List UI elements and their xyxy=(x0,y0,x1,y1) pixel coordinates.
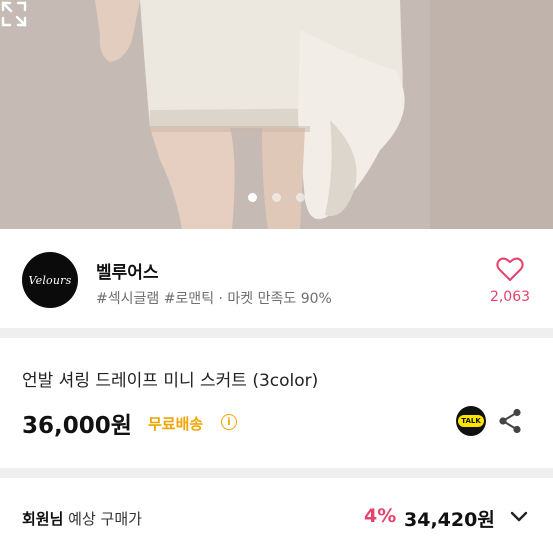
store-name[interactable]: 벨루어스 xyxy=(96,258,159,283)
member-label-rest: 예상 구매가 xyxy=(63,510,142,528)
chevron-down-icon[interactable] xyxy=(508,508,530,526)
store-info-section xyxy=(0,229,553,329)
store-logo-text: Velours xyxy=(28,273,72,287)
member-discount: 4% xyxy=(364,505,397,527)
info-icon[interactable]: i xyxy=(221,414,237,430)
product-image-gallery[interactable] xyxy=(0,0,553,229)
kakao-talk-button[interactable]: TALK xyxy=(456,406,486,436)
gallery-pagination xyxy=(0,193,553,203)
share-icon[interactable] xyxy=(498,408,522,434)
member-label-bold: 회원님 xyxy=(22,510,64,528)
store-logo[interactable]: Velours xyxy=(22,252,78,308)
free-shipping-label: 무료배송 xyxy=(148,415,204,433)
pagination-dot[interactable] xyxy=(272,193,281,202)
pagination-dot-active[interactable] xyxy=(248,193,257,202)
section-divider xyxy=(0,328,553,338)
section-divider xyxy=(0,468,553,478)
talk-badge: TALK xyxy=(458,415,484,427)
like-count: 2,063 xyxy=(489,289,531,305)
heart-outline-icon[interactable] xyxy=(496,256,524,282)
store-tags: #섹시글램 #로맨틱 · 마켓 만족도 90% xyxy=(96,291,332,307)
member-price-label: 회원님 예상 구매가 xyxy=(22,508,142,529)
pagination-dot[interactable] xyxy=(296,193,305,202)
product-title: 언발 셔링 드레이프 미니 스커트 (3color) xyxy=(22,371,319,391)
expand-icon[interactable] xyxy=(0,0,28,28)
product-price: 36,000원 xyxy=(22,413,132,439)
member-price-value: 34,420원 xyxy=(404,509,495,531)
